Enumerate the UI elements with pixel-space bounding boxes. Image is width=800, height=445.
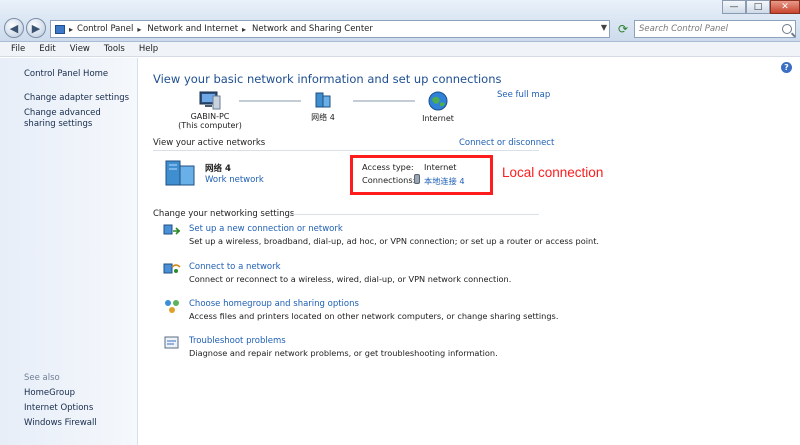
divider [289,214,539,215]
menu-help[interactable]: Help [132,44,165,54]
task-troubleshoot: Troubleshoot problems Diagnose and repai… [161,334,581,364]
search-icon [782,24,792,34]
breadcrumb-network-internet[interactable]: Network and Internet ▸ [147,24,246,34]
see-also-heading: See also [24,373,60,383]
highlight-box [350,155,493,195]
minimize-button[interactable]: — [722,0,746,14]
network-icon [165,160,195,186]
computer-sub: (This computer) [178,121,242,130]
breadcrumb-separator-icon: ▸ [137,24,142,34]
refresh-button[interactable]: ⟳ [614,20,632,38]
forward-button[interactable]: ▶ [26,18,46,38]
map-node-internet[interactable]: Internet [417,90,459,123]
new-connection-icon [163,224,181,235]
active-network-name: 网络 4 [205,164,231,174]
map-connector [353,100,415,102]
menu-edit[interactable]: Edit [32,44,62,54]
troubleshoot-icon [164,336,179,349]
computer-icon [199,91,221,110]
search-placeholder: Search Control Panel [639,24,729,34]
maximize-button[interactable]: □ [746,0,770,14]
map-connector [239,100,301,102]
address-dropdown-icon[interactable]: ▼ [601,23,607,32]
breadcrumb-sharing-center[interactable]: Network and Sharing Center [252,24,373,34]
task-description: Connect or reconnect to a wireless, wire… [189,274,512,284]
task-description: Access files and printers located on oth… [189,311,559,321]
left-pane: Control Panel Home Change adapter settin… [0,58,138,445]
see-full-map-link[interactable]: See full map [497,90,550,100]
refresh-icon: ⟳ [617,22,629,36]
menu-view[interactable]: View [63,44,97,54]
settings-title: Change your networking settings [153,209,295,219]
active-networks-title: View your active networks [153,138,266,148]
back-button[interactable]: ◀ [4,18,24,38]
menu-file[interactable]: File [4,44,32,54]
breadcrumb-separator-icon: ▸ [242,24,247,34]
annotation-label: Local connection [502,165,604,180]
network-name: 网络 4 [311,113,335,122]
page-title: View your basic network information and … [153,72,502,86]
close-button[interactable]: ✕ [770,0,800,14]
control-panel-home-link[interactable]: Control Panel Home [24,69,108,79]
breadcrumb-label: Network and Sharing Center [252,24,373,34]
globe-icon [428,91,448,111]
breadcrumb-control-panel[interactable]: Control Panel ▸ [77,24,141,34]
breadcrumb-label: Control Panel [77,24,134,34]
homegroup-sharing-link[interactable]: Choose homegroup and sharing options [189,299,359,309]
title-bar: — □ ✕ ◀ ▶ ▸ Control Panel ▸ Network and I… [0,0,800,42]
task-description: Diagnose and repair network problems, or… [189,348,498,358]
menu-tools[interactable]: Tools [97,44,132,54]
task-description: Set up a wireless, broadband, dial-up, a… [189,236,600,246]
task-homegroup: Choose homegroup and sharing options Acc… [161,297,581,327]
internet-label: Internet [422,114,454,123]
forward-arrow-icon: ▶ [31,21,41,35]
homegroup-icon [165,300,179,313]
map-node-computer[interactable]: GABIN-PC (This computer) [175,90,245,130]
setup-connection-link[interactable]: Set up a new connection or network [189,224,343,234]
breadcrumb-separator-icon: ▸ [69,24,74,34]
homegroup-link[interactable]: HomeGroup [24,388,75,398]
main-content: ? View your basic network information an… [139,58,800,445]
connect-to-network-link[interactable]: Connect to a network [189,262,281,272]
network-icon [315,92,331,108]
back-arrow-icon: ◀ [9,21,19,35]
connect-disconnect-link[interactable]: Connect or disconnect [459,138,554,148]
task-connect-network: Connect to a network Connect or reconnec… [161,260,581,290]
task-new-connection: Set up a new connection or network Set u… [161,222,599,252]
internet-options-link[interactable]: Internet Options [24,403,93,413]
breadcrumb-label: Network and Internet [147,24,239,34]
address-bar[interactable]: ▸ Control Panel ▸ Network and Internet ▸ N… [50,20,610,38]
connect-network-icon [163,263,181,274]
work-network-link[interactable]: Work network [205,175,264,185]
map-node-network[interactable]: 网络 4 [303,90,343,123]
control-panel-icon [55,24,65,34]
search-input[interactable]: Search Control Panel [634,20,796,38]
divider [153,150,539,151]
menu-bar: File Edit View Tools Help [0,42,800,57]
change-advanced-sharing-link[interactable]: Change advanced sharing settings [24,108,124,130]
help-icon[interactable]: ? [781,62,792,73]
troubleshoot-link[interactable]: Troubleshoot problems [189,336,286,346]
change-adapter-settings-link[interactable]: Change adapter settings [24,93,129,103]
computer-name: GABIN-PC [190,112,230,121]
windows-firewall-link[interactable]: Windows Firewall [24,418,97,428]
